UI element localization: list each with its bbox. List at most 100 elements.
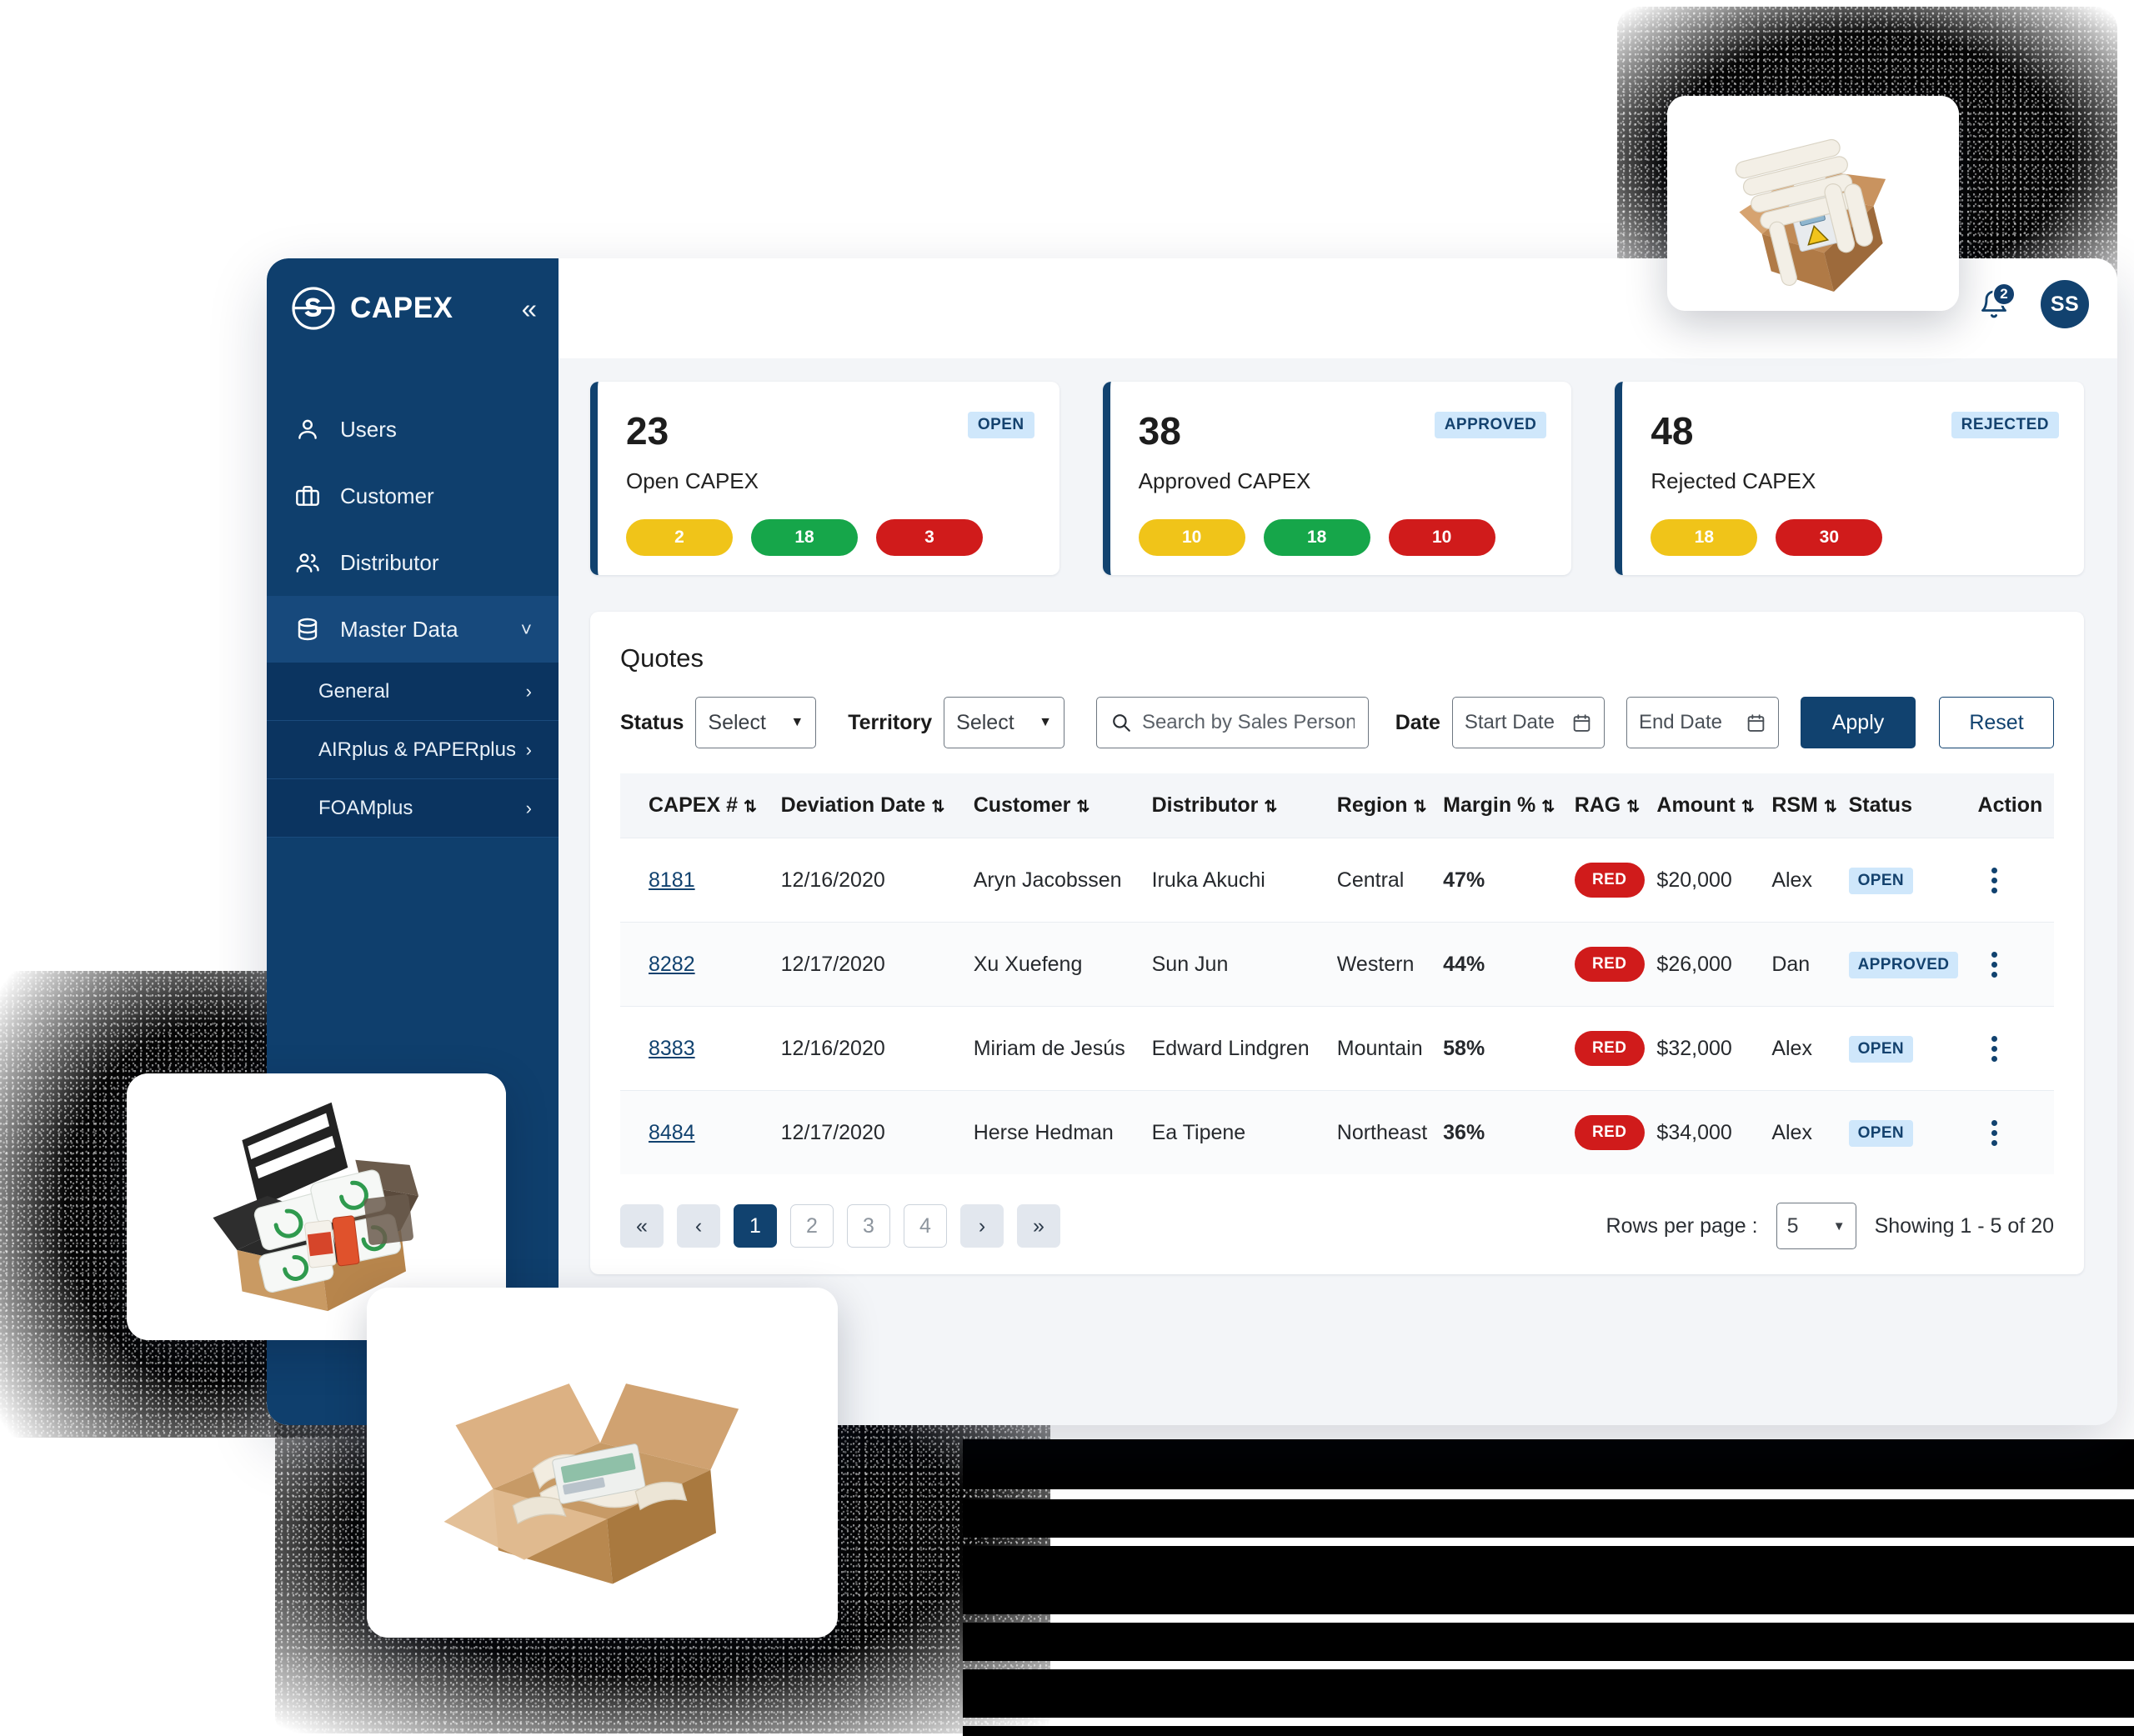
search-sales-person-wrapper[interactable] xyxy=(1095,697,1369,748)
sidebar-subitem-airplus-paperplus[interactable]: AIRplus & PAPERplus › xyxy=(267,721,559,779)
sidebar-subitem-label: General xyxy=(318,679,390,703)
territory-select[interactable]: Select ▼ xyxy=(944,697,1064,748)
row-actions-menu-icon[interactable] xyxy=(1978,867,2011,893)
cell-rag: RED xyxy=(1574,1006,1657,1091)
table-row[interactable]: 8383 12/16/2020 Miriam de Jesús Edward L… xyxy=(620,1006,2054,1091)
status-select[interactable]: Select ▼ xyxy=(695,697,817,748)
cell-region: Central xyxy=(1336,838,1444,923)
screenshot-root: 2 SS CAPEX « Users Customer Distributor … xyxy=(0,0,2134,1736)
column-header-rsm[interactable]: RSM ⇅ xyxy=(1771,773,1849,838)
sort-icon: ⇅ xyxy=(1076,798,1090,816)
capex-link[interactable]: 8383 xyxy=(649,1037,695,1060)
kpi-card-rejected: REJECTED 48 Rejected CAPEX 18 30 xyxy=(1615,382,2085,575)
users-icon xyxy=(293,548,322,577)
column-label: Amount xyxy=(1656,793,1736,817)
cell-customer: Xu Xuefeng xyxy=(973,922,1152,1007)
cell-rsm: Dan xyxy=(1771,922,1849,1007)
sort-icon: ⇅ xyxy=(1541,798,1555,816)
brand-header: CAPEX « xyxy=(267,258,559,358)
sidebar-collapse-button[interactable]: « xyxy=(522,295,537,323)
status-badge: OPEN xyxy=(1848,1035,1914,1063)
row-actions-menu-icon[interactable] xyxy=(1978,1035,2011,1062)
capex-link[interactable]: 8282 xyxy=(649,953,695,976)
cell-action xyxy=(1977,922,2054,1007)
table-body: 8181 12/16/2020 Aryn Jacobssen Iruka Aku… xyxy=(620,838,2054,1174)
sidebar-item-distributor[interactable]: Distributor xyxy=(267,529,559,596)
column-label: RAG xyxy=(1574,793,1621,817)
sidebar-item-master-data[interactable]: Master Data ˅ xyxy=(267,596,559,663)
column-header-distributor[interactable]: Distributor ⇅ xyxy=(1151,773,1337,838)
app-window: 2 SS CAPEX « Users Customer Distributor … xyxy=(267,258,2117,1425)
header-actions: 2 SS xyxy=(1974,280,2089,328)
column-label: Customer xyxy=(973,793,1071,817)
reset-button[interactable]: Reset xyxy=(1939,697,2054,748)
rag-badge: RED xyxy=(1574,863,1645,898)
pagination-prev-button[interactable]: ‹ xyxy=(677,1204,720,1248)
pagination-summary: Rows per page : 5 ▼ Showing 1 - 5 of 20 xyxy=(1606,1203,2054,1249)
status-badge: OPEN xyxy=(1848,867,1914,894)
column-header-deviation-date[interactable]: Deviation Date ⇅ xyxy=(780,773,974,838)
pagination-page-1[interactable]: 1 xyxy=(734,1204,777,1248)
pagination-controls: « ‹ 1 2 3 4 › » xyxy=(620,1204,1060,1248)
sidebar-subitem-general[interactable]: General › xyxy=(267,663,559,721)
briefcase-icon xyxy=(293,482,322,510)
pagination-page-3[interactable]: 3 xyxy=(847,1204,890,1248)
end-date-input[interactable]: End Date xyxy=(1626,697,1779,748)
table-row[interactable]: 8484 12/17/2020 Herse Hedman Ea Tipene N… xyxy=(620,1090,2054,1174)
kpi-pill-group: 10 18 10 xyxy=(1138,519,1544,556)
capex-link[interactable]: 8181 xyxy=(649,868,695,892)
column-label: Margin % xyxy=(1443,793,1536,817)
column-header-customer[interactable]: Customer ⇅ xyxy=(973,773,1152,838)
search-input[interactable] xyxy=(1141,711,1355,734)
pagination-first-button[interactable]: « xyxy=(620,1204,664,1248)
avatar[interactable]: SS xyxy=(2041,280,2089,328)
cell-region: Western xyxy=(1336,922,1444,1007)
chevron-right-icon: › xyxy=(525,738,532,760)
column-header-amount[interactable]: Amount ⇅ xyxy=(1656,773,1772,838)
pagination-next-button[interactable]: › xyxy=(960,1204,1004,1248)
start-date-placeholder: Start Date xyxy=(1464,711,1555,733)
cell-margin: 58% xyxy=(1443,1006,1575,1091)
column-header-region[interactable]: Region ⇅ xyxy=(1336,773,1444,838)
cell-amount: $32,000 xyxy=(1656,1006,1772,1091)
sidebar-item-users[interactable]: Users xyxy=(267,396,559,463)
pagination-page-4[interactable]: 4 xyxy=(904,1204,947,1248)
pagination-last-button[interactable]: » xyxy=(1017,1204,1060,1248)
sidebar-subitem-foamplus[interactable]: FOAMplus › xyxy=(267,779,559,838)
kpi-pill-amber: 10 xyxy=(1138,519,1245,556)
sidebar-item-customer[interactable]: Customer xyxy=(267,463,559,529)
rows-per-page-value: 5 xyxy=(1786,1213,1799,1238)
capex-link[interactable]: 8484 xyxy=(649,1121,695,1144)
column-header-margin[interactable]: Margin % ⇅ xyxy=(1443,773,1575,838)
table-header-row: CAPEX # ⇅ Deviation Date ⇅ Customer ⇅ Distr… xyxy=(620,773,2054,838)
row-actions-menu-icon[interactable] xyxy=(1978,1119,2011,1146)
table-row[interactable]: 8282 12/17/2020 Xu Xuefeng Sun Jun Weste… xyxy=(620,922,2054,1007)
paperplus-open-carton-photo-card xyxy=(367,1288,838,1638)
column-header-status: Status xyxy=(1848,773,1978,838)
cell-capex: 8383 xyxy=(620,1006,781,1091)
notifications-button[interactable]: 2 xyxy=(1974,283,2016,324)
main-content: OPEN 23 Open CAPEX 2 18 3 APPROVED 38 Ap… xyxy=(559,358,2117,1425)
apply-button[interactable]: Apply xyxy=(1801,697,1916,748)
cell-margin: 47% xyxy=(1443,838,1575,923)
cell-region: Northeast xyxy=(1336,1090,1444,1174)
rag-badge: RED xyxy=(1574,1031,1645,1066)
rows-per-page-select[interactable]: 5 ▼ xyxy=(1776,1203,1856,1249)
column-label: Region xyxy=(1336,793,1408,817)
kpi-card-open: OPEN 2 3 Open CAPEX 2 18 3 xyxy=(590,382,1059,575)
sidebar-subitem-label: AIRplus & PAPERplus xyxy=(318,738,516,761)
sort-icon: ⇅ xyxy=(1264,798,1278,816)
column-header-rag[interactable]: RAG ⇅ xyxy=(1574,773,1657,838)
kpi-pill-group: 18 30 xyxy=(1651,519,2056,556)
start-date-input[interactable]: Start Date xyxy=(1451,697,1605,748)
kpi-label: Rejected CAPEX xyxy=(1651,468,1816,493)
table-row[interactable]: 8181 12/16/2020 Aryn Jacobssen Iruka Aku… xyxy=(620,838,2054,923)
rag-badge: RED xyxy=(1574,1115,1645,1150)
cell-distributor: Ea Tipene xyxy=(1151,1090,1337,1174)
pagination-page-2[interactable]: 2 xyxy=(790,1204,834,1248)
row-actions-menu-icon[interactable] xyxy=(1978,951,2011,978)
column-header-capex[interactable]: CAPEX # ⇅ xyxy=(620,773,781,838)
column-label: Action xyxy=(1977,793,2043,817)
status-select-value: Select xyxy=(708,710,766,734)
chevron-down-icon: ▼ xyxy=(790,715,804,729)
